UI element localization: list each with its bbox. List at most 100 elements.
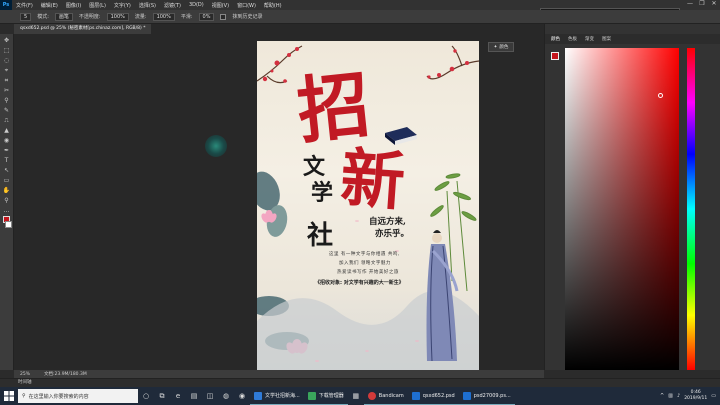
tab-gradients[interactable]: 渐变 bbox=[585, 36, 594, 42]
color-panel-tooltip[interactable]: ✦ 颜色 bbox=[488, 42, 514, 52]
type-tool-icon[interactable]: T bbox=[2, 156, 12, 165]
brush-size-field[interactable]: 5 bbox=[20, 12, 32, 21]
poster-document[interactable]: 招 新 文 学 社 自远方来, 亦乐乎。 这里 有一种文字与你相遇 共鸣, 加入… bbox=[257, 41, 479, 371]
folder-icon[interactable]: ▦ bbox=[348, 387, 364, 405]
bandicam-app-icon bbox=[367, 391, 376, 400]
tagline-1: 自远方来, bbox=[369, 217, 406, 227]
network-icon[interactable]: ▥ bbox=[668, 393, 673, 399]
smooth-field[interactable]: 0% bbox=[198, 12, 215, 21]
more-tools-icon[interactable]: … bbox=[2, 206, 12, 215]
windows-logo-icon bbox=[4, 391, 14, 401]
zoom-tool-icon[interactable]: ⚲ bbox=[2, 196, 12, 205]
opacity-label: 不透明度: bbox=[78, 14, 101, 20]
tray-chevron-icon[interactable]: ^ bbox=[660, 393, 664, 399]
flow-field[interactable]: 100% bbox=[152, 12, 175, 21]
lasso-tool-icon[interactable]: ◌ bbox=[2, 56, 12, 65]
panel-color-swatch[interactable] bbox=[551, 52, 559, 60]
notification-icon[interactable]: ▭ bbox=[711, 393, 716, 399]
eraser-tool-icon[interactable]: ⎍ bbox=[2, 116, 12, 125]
taskbar-app-photoshop-2[interactable]: psd27009.ps... bbox=[458, 387, 515, 405]
brush-cursor bbox=[205, 135, 227, 157]
taskbar-app-bandicam[interactable]: Bandicam bbox=[363, 387, 408, 405]
menu-layer[interactable]: 图层(L) bbox=[85, 2, 110, 9]
menu-filter[interactable]: 滤镜(T) bbox=[160, 2, 185, 9]
zoom-level[interactable]: 25% bbox=[20, 372, 30, 377]
task-view-icon[interactable]: ⧉ bbox=[154, 387, 170, 405]
tab-color[interactable]: 颜色 bbox=[551, 36, 560, 42]
healing-brush-tool-icon[interactable]: ✎ bbox=[2, 106, 12, 115]
document-info: 文档:23.9M/180.3M bbox=[44, 372, 87, 377]
photoshop-logo: Ps bbox=[0, 0, 12, 10]
taskbar-app-browser[interactable]: 文学社招新海... bbox=[250, 387, 304, 405]
menu-edit[interactable]: 编辑(E) bbox=[37, 2, 62, 9]
document-tab[interactable]: qsxd652.psd @ 25% (秘密素材[ps.chinaz.com], … bbox=[14, 24, 152, 34]
menu-view[interactable]: 视图(V) bbox=[208, 2, 233, 9]
close-button[interactable]: ✕ bbox=[708, 0, 720, 10]
slice-tool-icon[interactable]: ✂ bbox=[2, 86, 12, 95]
path-select-tool-icon[interactable]: ↖ bbox=[2, 166, 12, 175]
file-explorer-icon[interactable]: ▤ bbox=[186, 387, 202, 405]
background-color-swatch[interactable] bbox=[5, 221, 12, 228]
menu-file[interactable]: 文件(F) bbox=[12, 2, 37, 9]
edge-icon[interactable]: e bbox=[170, 387, 186, 405]
minimize-button[interactable]: — bbox=[684, 0, 696, 10]
system-clock[interactable]: 0:46 2019/9/11 bbox=[684, 390, 707, 402]
eyedropper-tool-icon[interactable]: ⚲ bbox=[2, 96, 12, 105]
browser-icon[interactable]: ◉ bbox=[234, 387, 250, 405]
club-name-she: 社 bbox=[307, 221, 334, 251]
pen-tool-icon[interactable]: ✒ bbox=[2, 146, 12, 155]
menu-select[interactable]: 选择(S) bbox=[135, 2, 160, 9]
app-label: qsxd652.psd bbox=[422, 392, 455, 399]
system-tray: ^ ▥ ♪ 0:46 2019/9/11 ▭ bbox=[660, 390, 720, 402]
erase-history-label: 抹到历史记录 bbox=[232, 14, 263, 20]
wechat-icon[interactable]: ◍ bbox=[218, 387, 234, 405]
plum-branch-right bbox=[426, 45, 479, 80]
menu-help[interactable]: 帮助(H) bbox=[260, 2, 286, 9]
poem-line-3: 热爱读书写作 开始美好之旅 bbox=[337, 270, 399, 275]
search-placeholder: 在这里输入你要搜索的内容 bbox=[28, 393, 89, 400]
options-bar: 5 模式: 画笔 不透明度: 100% 流量: 100% 平滑: 0% 抹到历史… bbox=[0, 10, 720, 24]
cortana-icon[interactable]: ○ bbox=[138, 387, 154, 405]
tab-patterns[interactable]: 图案 bbox=[602, 36, 611, 42]
erase-history-checkbox[interactable] bbox=[220, 13, 227, 20]
crop-tool-icon[interactable]: ⌗ bbox=[2, 76, 12, 85]
dodge-tool-icon[interactable]: ◉ bbox=[2, 136, 12, 145]
gradient-tool-icon[interactable]: ▲ bbox=[2, 126, 12, 135]
volume-icon[interactable]: ♪ bbox=[677, 393, 680, 399]
menu-type[interactable]: 文字(Y) bbox=[110, 2, 135, 9]
timeline-label: 时间轴 bbox=[18, 380, 32, 385]
taskbar-app-photoshop-1[interactable]: qsxd652.psd bbox=[407, 387, 459, 405]
store-icon[interactable]: ◫ bbox=[202, 387, 218, 405]
plum-blossoms-right bbox=[427, 49, 469, 79]
color-picker-cursor[interactable] bbox=[658, 93, 663, 98]
recruit-target: 《招收对象: 对文学有兴趣的大一新生》 bbox=[315, 280, 404, 286]
start-button[interactable] bbox=[0, 387, 18, 405]
panel-tabs: 颜色 色板 渐变 图案 bbox=[545, 34, 720, 44]
shape-tool-icon[interactable]: ▭ bbox=[2, 176, 12, 185]
menu-window[interactable]: 窗口(W) bbox=[233, 2, 260, 9]
photoshop-app-icon bbox=[411, 391, 420, 400]
marquee-tool-icon[interactable]: ⬚ bbox=[2, 46, 12, 55]
menu-image[interactable]: 图像(I) bbox=[62, 2, 85, 9]
tool-bar: ✥ ⬚ ◌ ⌖ ⌗ ✂ ⚲ ✎ ⎍ ▲ ◉ ✒ T ↖ ▭ ✋ ⚲ … bbox=[0, 34, 14, 370]
downloader-app-icon bbox=[307, 391, 316, 400]
tab-swatches[interactable]: 色板 bbox=[568, 36, 577, 42]
mode-select[interactable]: 画笔 bbox=[54, 12, 73, 21]
bulb-icon: ✦ bbox=[493, 44, 498, 50]
tooltip-label: 颜色 bbox=[499, 45, 509, 50]
photoshop-app-icon bbox=[462, 391, 471, 400]
taskbar-app-downloader[interactable]: 下载管理器 bbox=[303, 387, 348, 405]
menu-3d[interactable]: 3D(D) bbox=[185, 2, 208, 8]
window-controls: — ❐ ✕ bbox=[684, 0, 720, 10]
move-tool-icon[interactable]: ✥ bbox=[2, 36, 12, 45]
hue-slider[interactable] bbox=[687, 48, 695, 370]
hand-tool-icon[interactable]: ✋ bbox=[2, 186, 12, 195]
mode-label: 模式: bbox=[37, 14, 49, 20]
timeline-bar[interactable]: 时间轴 bbox=[0, 378, 720, 387]
quick-select-tool-icon[interactable]: ⌖ bbox=[2, 66, 12, 75]
opacity-field[interactable]: 100% bbox=[106, 12, 129, 21]
maximize-button[interactable]: ❐ bbox=[696, 0, 708, 10]
windows-taskbar: ⚲ 在这里输入你要搜索的内容 ○ ⧉ e ▤ ◫ ◍ ◉ 文学社招新海... 下… bbox=[0, 387, 720, 405]
poem-line-1: 这里 有一种文字与你相遇 共鸣, bbox=[329, 252, 400, 257]
taskbar-search-input[interactable]: ⚲ 在这里输入你要搜索的内容 bbox=[18, 389, 138, 403]
